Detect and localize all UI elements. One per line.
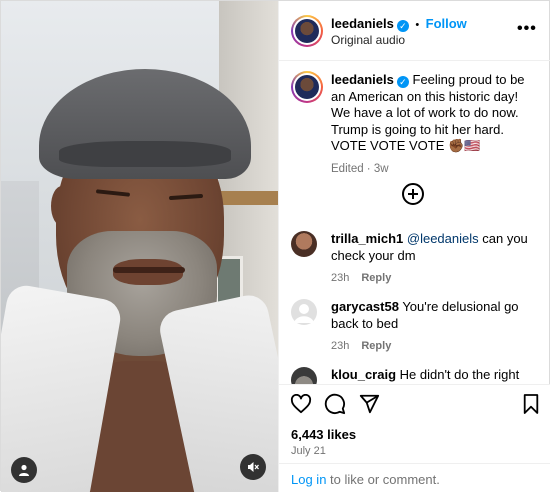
post-sidebar: leedaniels ✓ • Follow Original audio ••• …: [278, 1, 550, 492]
follow-button[interactable]: Follow: [426, 16, 467, 31]
edited-label: Edited: [331, 162, 364, 175]
caption-meta: Edited · 3w: [331, 162, 389, 175]
comment-item: klou_craig He didn't do the right: [291, 367, 541, 384]
caption-avatar[interactable]: [291, 71, 323, 103]
commenter-avatar[interactable]: [291, 367, 317, 384]
action-bar: 6,443 likes July 21 Log in to like or co…: [279, 384, 550, 492]
separator-dot: •: [415, 19, 420, 31]
login-prompt: Log in to like or comment.: [279, 463, 550, 493]
mute-icon: [248, 462, 259, 472]
bookmark-icon[interactable]: [522, 393, 540, 415]
comment-mention[interactable]: @leedaniels: [407, 231, 479, 246]
verified-badge-icon: ✓: [396, 20, 409, 32]
comment-username[interactable]: trilla_mich1: [331, 231, 403, 246]
user-tag-icon: [19, 464, 29, 476]
comment-text: He didn't do the right: [396, 367, 520, 382]
heart-icon[interactable]: [290, 394, 312, 414]
comment-age[interactable]: 23h: [331, 340, 349, 352]
author-username[interactable]: leedaniels: [331, 16, 394, 31]
caption-username[interactable]: leedaniels: [331, 72, 394, 87]
reply-button[interactable]: Reply: [361, 272, 391, 284]
post-video[interactable]: [1, 1, 278, 492]
like-count[interactable]: 6,443 likes: [291, 427, 356, 442]
reply-button[interactable]: Reply: [361, 340, 391, 352]
comment-username[interactable]: garycast58: [331, 299, 399, 314]
caption-age[interactable]: 3w: [374, 163, 389, 175]
load-more-plus-icon[interactable]: [402, 183, 424, 205]
post-date[interactable]: July 21: [291, 445, 326, 457]
audio-label[interactable]: Original audio: [331, 33, 405, 47]
mute-button[interactable]: [240, 454, 266, 480]
comment-icon[interactable]: [324, 393, 346, 415]
comment-age[interactable]: 23h: [331, 272, 349, 284]
post-modal: leedaniels ✓ • Follow Original audio ••• …: [0, 0, 550, 492]
post-header: leedaniels ✓ • Follow Original audio •••: [279, 1, 550, 61]
share-icon[interactable]: [358, 393, 380, 415]
login-link[interactable]: Log in: [291, 472, 326, 487]
verified-badge-icon: ✓: [396, 76, 409, 88]
author-avatar[interactable]: [291, 15, 323, 47]
caption: leedaniels ✓ Feeling proud to be an Ameri…: [331, 72, 541, 177]
default-avatar-icon: [294, 304, 314, 323]
login-prompt-text: to like or comment.: [326, 472, 440, 487]
comment-username[interactable]: klou_craig: [331, 367, 396, 382]
commenter-avatar[interactable]: [291, 299, 317, 325]
more-options-icon[interactable]: •••: [517, 20, 537, 38]
user-tag-button[interactable]: [11, 457, 37, 483]
commenter-avatar[interactable]: [291, 231, 317, 257]
